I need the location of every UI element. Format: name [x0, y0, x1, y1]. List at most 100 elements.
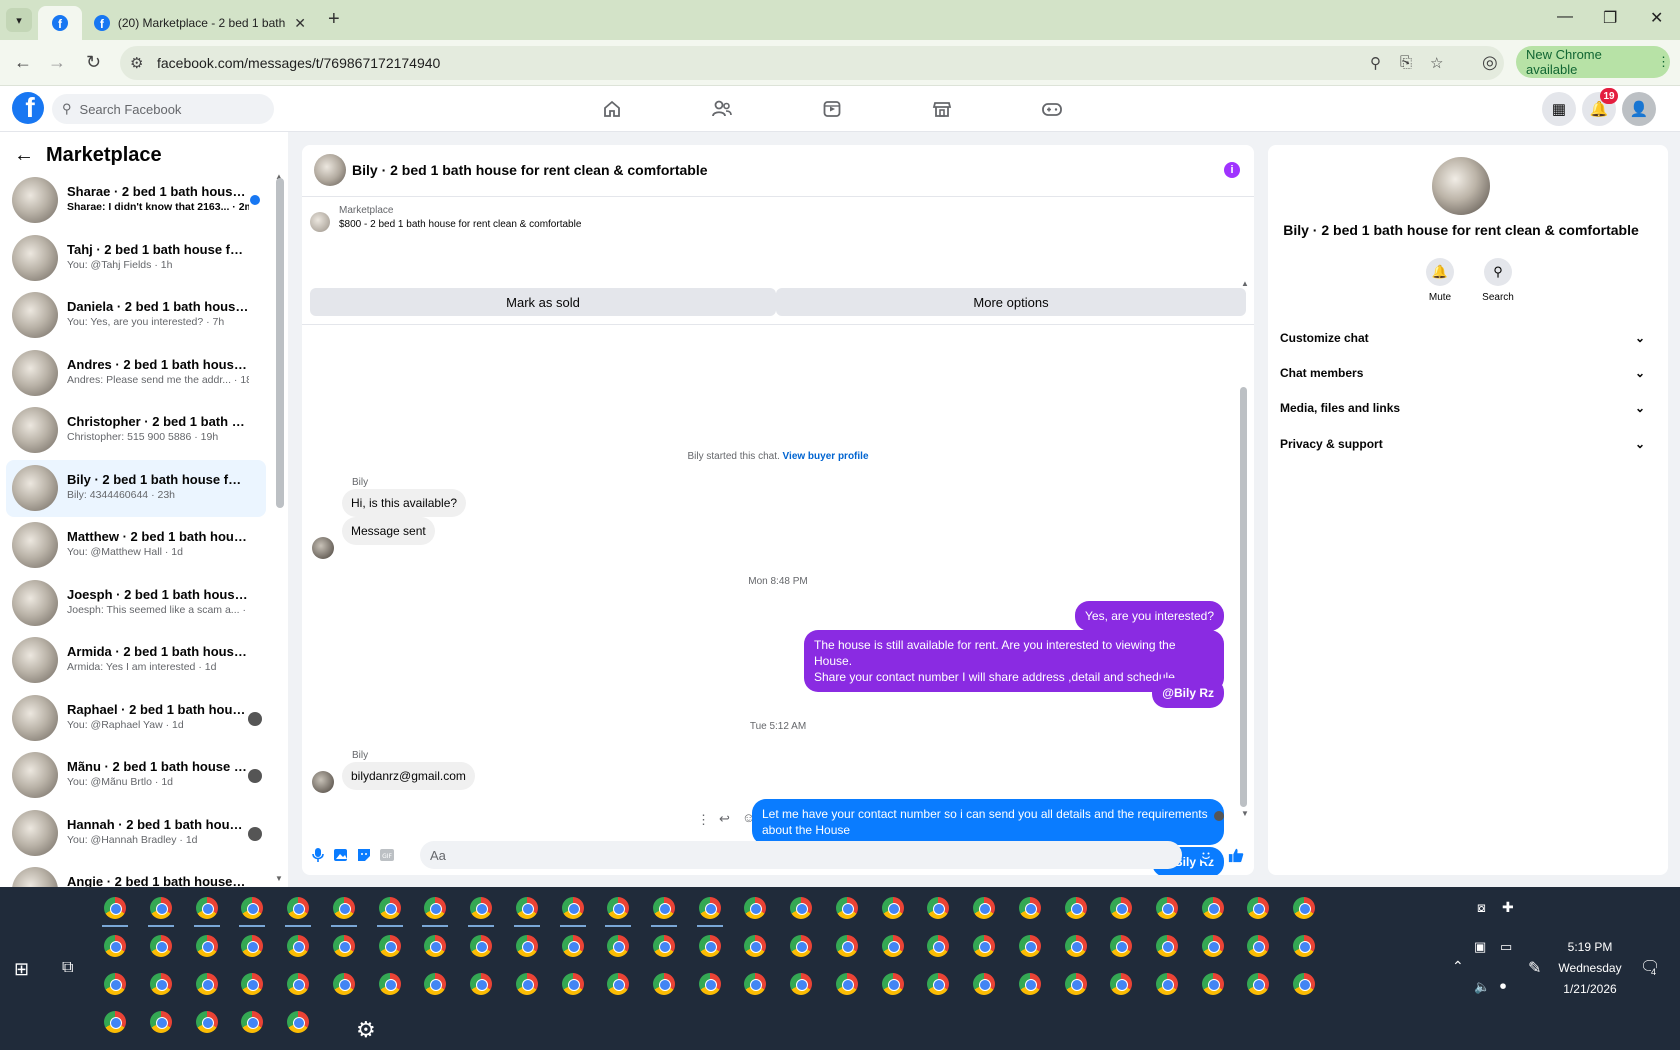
- sender-avatar[interactable]: [312, 537, 334, 559]
- chat-profile-avatar[interactable]: [1432, 157, 1490, 215]
- chrome-taskbar-icon[interactable]: [196, 973, 218, 995]
- chrome-taskbar-icon[interactable]: [150, 897, 172, 919]
- chrome-taskbar-icon[interactable]: [104, 973, 126, 995]
- chrome-taskbar-icon[interactable]: [699, 935, 721, 957]
- video-icon[interactable]: [818, 96, 846, 122]
- bookmark-star-icon[interactable]: ☆: [1430, 54, 1443, 72]
- chrome-taskbar-icon[interactable]: [562, 973, 584, 995]
- task-view-icon[interactable]: ⧉: [62, 959, 73, 977]
- sticker-icon[interactable]: [356, 847, 372, 863]
- chrome-taskbar-icon[interactable]: [836, 935, 858, 957]
- chrome-taskbar-icon[interactable]: [882, 897, 904, 919]
- chrome-taskbar-icon[interactable]: [470, 897, 492, 919]
- chrome-taskbar-icon[interactable]: [150, 973, 172, 995]
- outgoing-message[interactable]: Yes, are you interested?: [1075, 601, 1224, 631]
- tab-marketplace[interactable]: f (20) Marketplace - 2 bed 1 bath ✕: [86, 6, 314, 40]
- chrome-taskbar-icon[interactable]: [1202, 897, 1224, 919]
- menu-grid-icon[interactable]: ▦: [1542, 92, 1576, 126]
- chrome-taskbar-icon[interactable]: [196, 897, 218, 919]
- close-tab-icon[interactable]: ✕: [294, 15, 306, 32]
- conversation-item[interactable]: Andres · 2 bed 1 bath house for ...Andre…: [6, 345, 266, 403]
- chrome-taskbar-icon[interactable]: [927, 935, 949, 957]
- chrome-taskbar-icon[interactable]: [379, 897, 401, 919]
- chrome-taskbar-icon[interactable]: [1110, 897, 1132, 919]
- conversation-item[interactable]: Raphael · 2 bed 1 bath house ... You: @Ra…: [6, 690, 266, 748]
- chrome-taskbar-icon[interactable]: [424, 935, 446, 957]
- chrome-taskbar-icon[interactable]: [927, 973, 949, 995]
- settings-gear-icon[interactable]: ⚙: [356, 1017, 376, 1043]
- chrome-taskbar-icon[interactable]: [1247, 973, 1269, 995]
- pen-icon[interactable]: ✎: [1528, 958, 1541, 978]
- chrome-taskbar-icon[interactable]: [882, 935, 904, 957]
- chrome-taskbar-icon[interactable]: [333, 897, 355, 919]
- account-avatar[interactable]: 👤: [1622, 92, 1656, 126]
- chrome-taskbar-icon[interactable]: [607, 973, 629, 995]
- microphone-icon[interactable]: [310, 847, 326, 863]
- more-options-button[interactable]: More options: [776, 288, 1246, 316]
- more-actions-icon[interactable]: ⋮: [697, 812, 710, 828]
- chrome-taskbar-icon[interactable]: [379, 935, 401, 957]
- conversation-list-scrollbar[interactable]: [276, 178, 284, 508]
- reload-icon[interactable]: ↻: [86, 52, 101, 73]
- clock[interactable]: 5:19 PM Wednesday 1/21/2026: [1558, 937, 1622, 1000]
- chrome-taskbar-icon[interactable]: [1293, 897, 1315, 919]
- friends-icon[interactable]: [708, 96, 736, 122]
- chrome-taskbar-icon[interactable]: [1065, 935, 1087, 957]
- chrome-taskbar-icon[interactable]: [196, 1011, 218, 1033]
- customize-chat-section[interactable]: Customize chat ⌄: [1280, 331, 1645, 345]
- chrome-taskbar-icon[interactable]: [562, 935, 584, 957]
- chrome-taskbar-icon[interactable]: [287, 897, 309, 919]
- tab-search-button[interactable]: ▾: [6, 8, 32, 32]
- photo-icon[interactable]: [333, 847, 349, 863]
- tray-network-icon[interactable]: ▣: [1474, 939, 1486, 955]
- new-tab-button[interactable]: +: [328, 8, 340, 31]
- chrome-taskbar-icon[interactable]: [150, 1011, 172, 1033]
- volume-icon[interactable]: 🔈: [1474, 979, 1490, 995]
- conversation-item[interactable]: Joesph · 2 bed 1 bath house for ...Joesp…: [6, 575, 266, 633]
- chrome-taskbar-icon[interactable]: [1156, 935, 1178, 957]
- chrome-taskbar-icon[interactable]: [104, 897, 126, 919]
- gaming-icon[interactable]: [1038, 96, 1066, 122]
- chrome-taskbar-icon[interactable]: [516, 935, 538, 957]
- close-window-button[interactable]: ✕: [1650, 8, 1663, 28]
- chrome-taskbar-icon[interactable]: [1293, 973, 1315, 995]
- conversation-item[interactable]: Matthew · 2 bed 1 bath house f... You: @M…: [6, 517, 266, 575]
- site-info-icon[interactable]: ⚙: [130, 54, 143, 72]
- chat-scrollbar[interactable]: [1240, 387, 1247, 807]
- chrome-taskbar-icon[interactable]: [1247, 897, 1269, 919]
- emoji-icon[interactable]: [1198, 847, 1214, 863]
- restore-button[interactable]: ❐: [1603, 8, 1617, 28]
- privacy-support-section[interactable]: Privacy & support ⌄: [1280, 437, 1645, 451]
- chrome-taskbar-icon[interactable]: [1156, 973, 1178, 995]
- facebook-search-input[interactable]: ⚲ Search Facebook: [52, 94, 274, 124]
- chrome-taskbar-icon[interactable]: [836, 973, 858, 995]
- chrome-taskbar-icon[interactable]: [699, 897, 721, 919]
- chrome-taskbar-icon[interactable]: [1293, 935, 1315, 957]
- chrome-taskbar-icon[interactable]: [882, 973, 904, 995]
- chrome-taskbar-icon[interactable]: [653, 897, 675, 919]
- address-bar[interactable]: ⚙ facebook.com/messages/t/76986717217494…: [120, 46, 1504, 80]
- conversation-item[interactable]: Bily · 2 bed 1 bath house for ren...Bily…: [6, 459, 266, 517]
- chrome-taskbar-icon[interactable]: [470, 973, 492, 995]
- thumbs-up-icon[interactable]: [1228, 847, 1244, 863]
- search-in-chat-button[interactable]: ⚲ Search: [1468, 258, 1528, 303]
- chrome-taskbar-icon[interactable]: [790, 973, 812, 995]
- reply-icon[interactable]: ↩: [719, 811, 730, 827]
- chrome-taskbar-icon[interactable]: [150, 935, 172, 957]
- conversation-item[interactable]: Sharae · 2 bed 1 bath house fo... Sharae:…: [6, 172, 266, 230]
- tray-security-icon[interactable]: ✚: [1502, 899, 1514, 916]
- mark-as-sold-button[interactable]: Mark as sold: [310, 288, 776, 316]
- mention-message[interactable]: @Bily Rz: [1152, 678, 1224, 708]
- chrome-taskbar-icon[interactable]: [104, 1011, 126, 1033]
- chrome-taskbar-icon[interactable]: [790, 897, 812, 919]
- forward-arrow-icon[interactable]: →: [48, 52, 66, 73]
- listing-title[interactable]: $800 - 2 bed 1 bath house for rent clean…: [339, 219, 581, 230]
- chrome-taskbar-icon[interactable]: [1110, 935, 1132, 957]
- chrome-taskbar-icon[interactable]: [973, 897, 995, 919]
- tray-app-icon[interactable]: ⧇: [1477, 899, 1486, 916]
- chrome-taskbar-icon[interactable]: [424, 897, 446, 919]
- tray-display-icon[interactable]: ▭: [1500, 939, 1512, 955]
- chat-members-section[interactable]: Chat members ⌄: [1280, 366, 1645, 380]
- chrome-taskbar-icon[interactable]: [104, 935, 126, 957]
- chrome-taskbar-icon[interactable]: [241, 973, 263, 995]
